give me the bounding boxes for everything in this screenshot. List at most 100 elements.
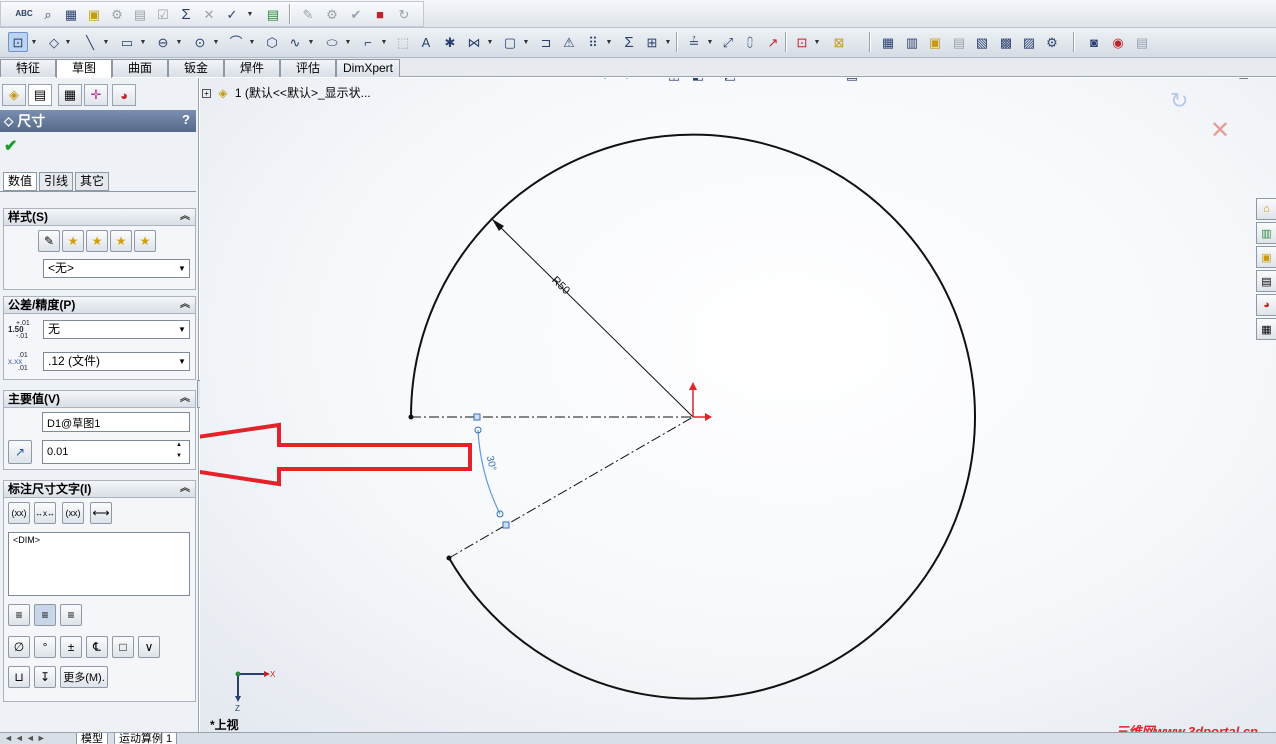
- graphics-area[interactable]: + ◈ 1 (默认<<默认>_显示状... ⌕ ⌕ ↶ ◫ ◧ ▼ ◩ ▼ ∞ …: [200, 78, 1276, 732]
- add-style-icon[interactable]: ★: [62, 230, 84, 252]
- delete-style-icon[interactable]: ★: [86, 230, 108, 252]
- rebuild-icon[interactable]: ≟: [684, 32, 704, 52]
- degree-icon[interactable]: °: [34, 636, 56, 658]
- chevron-down-icon[interactable]: ▼: [522, 32, 530, 52]
- polygon-icon[interactable]: ⬡: [262, 32, 282, 52]
- ellipse-icon[interactable]: ⬭: [322, 32, 342, 52]
- grid-icon[interactable]: ▤: [949, 32, 969, 52]
- tab-surfaces[interactable]: 曲面: [112, 59, 168, 77]
- radius-dimension-line[interactable]: [491, 218, 694, 418]
- tab-sketch[interactable]: 草图: [56, 59, 112, 78]
- square-icon[interactable]: □: [112, 636, 134, 658]
- tab-value[interactable]: 数值: [3, 172, 37, 191]
- pen-icon[interactable]: ✎: [298, 4, 318, 24]
- style-select[interactable]: <无> ▼: [43, 259, 190, 278]
- rectangle-icon[interactable]: ▭: [117, 32, 137, 52]
- line-icon[interactable]: ╲: [80, 32, 100, 52]
- document-icon[interactable]: ▧: [972, 32, 992, 52]
- align-right-icon[interactable]: ≡: [60, 604, 82, 626]
- dimension-text-area[interactable]: <DIM>: [8, 532, 190, 596]
- radius-dimension-label[interactable]: R50: [549, 274, 572, 297]
- chevron-down-icon[interactable]: ▼: [486, 32, 494, 52]
- mirror-icon[interactable]: ⊐: [536, 32, 556, 52]
- spell-check-icon[interactable]: ABC: [14, 4, 34, 24]
- plus-minus-icon[interactable]: ±: [60, 636, 82, 658]
- chevron-down-icon[interactable]: ▼: [344, 32, 352, 52]
- primary-value-section-header[interactable]: 主要值(V) ︽: [3, 390, 196, 408]
- dimension-text-section-header[interactable]: 标注尺寸文字(I) ︽: [3, 480, 196, 498]
- sigma-icon[interactable]: Σ: [176, 4, 196, 24]
- stop-icon[interactable]: ▤: [1132, 32, 1152, 52]
- tab-sheet-metal[interactable]: 钣金: [168, 59, 224, 77]
- depth-icon[interactable]: ↧: [34, 666, 56, 688]
- align-left-icon[interactable]: ≡: [8, 604, 30, 626]
- chevron-down-icon[interactable]: ▼: [175, 353, 189, 370]
- move-icon[interactable]: ⤢: [718, 32, 738, 52]
- tolerance-section-header[interactable]: 公差/精度(P) ︽: [3, 296, 196, 314]
- centerline-icon[interactable]: ℄: [86, 636, 108, 658]
- layer-icon[interactable]: ▦: [878, 32, 898, 52]
- centerline-angled[interactable]: [448, 416, 694, 559]
- sketch-icon[interactable]: ⊡: [8, 32, 28, 52]
- tab-scroll-buttons[interactable]: ◄◄◄►: [4, 733, 48, 743]
- display-manager-icon[interactable]: ◕: [112, 84, 136, 106]
- slot-icon[interactable]: ⊖: [153, 32, 173, 52]
- folder-icon[interactable]: ▣: [84, 4, 104, 24]
- chevron-down-icon[interactable]: ▼: [175, 32, 183, 52]
- gear2-icon[interactable]: ⚙: [322, 4, 342, 24]
- split-icon[interactable]: ⩇: [740, 32, 760, 52]
- tab-weldments[interactable]: 焊件: [224, 59, 280, 77]
- point-icon[interactable]: ✱: [440, 32, 460, 52]
- sketch-canvas[interactable]: R50 30°: [200, 78, 1276, 732]
- dimension-value-input[interactable]: 0.01: [42, 440, 190, 464]
- chevron-down-icon[interactable]: ▼: [175, 260, 189, 277]
- save-icon[interactable]: ▩: [996, 32, 1016, 52]
- collapse-icon[interactable]: ︽: [180, 209, 190, 225]
- spline-icon[interactable]: ∿: [285, 32, 305, 52]
- tools-icon[interactable]: ✕: [199, 4, 219, 24]
- ok-button[interactable]: ✔: [4, 136, 17, 156]
- fillet-icon[interactable]: ⌐: [358, 32, 378, 52]
- tab-features[interactable]: 特征: [0, 59, 56, 77]
- warning-icon[interactable]: ⚠: [559, 32, 579, 52]
- chevron-down-icon[interactable]: ▼: [813, 32, 821, 52]
- collapse-icon[interactable]: ︽: [180, 297, 190, 313]
- spin-down-icon[interactable]: ▼: [176, 453, 182, 459]
- dimension-handle[interactable]: [502, 521, 510, 529]
- chevron-down-icon[interactable]: ▼: [380, 32, 388, 52]
- dimxpert-manager-icon[interactable]: ✛: [84, 84, 108, 106]
- print-icon[interactable]: ▨: [1019, 32, 1039, 52]
- reverse-direction-icon[interactable]: ↗: [8, 440, 32, 464]
- collapse-icon[interactable]: ︽: [180, 481, 190, 497]
- chevron-down-icon[interactable]: ▼: [175, 321, 189, 338]
- align-center-icon[interactable]: ≡: [34, 604, 56, 626]
- tab-evaluate[interactable]: 评估: [280, 59, 336, 77]
- tab-other[interactable]: 其它: [75, 172, 109, 191]
- counterbore-icon[interactable]: ⊔: [8, 666, 30, 688]
- help-button[interactable]: ?: [182, 112, 190, 127]
- gear-icon[interactable]: ⚙: [107, 4, 127, 24]
- tolerance-type-select[interactable]: 无 ▼: [43, 320, 190, 339]
- chevron-down-icon[interactable]: ▼: [212, 32, 220, 52]
- instant2d-icon[interactable]: ⊠: [829, 32, 849, 52]
- tab-motion-study[interactable]: 运动算例 1: [114, 733, 178, 744]
- check-icon[interactable]: ☑: [153, 4, 173, 24]
- chevron-down-icon[interactable]: ▼: [139, 32, 147, 52]
- color-icon[interactable]: ■: [370, 4, 390, 24]
- lock-icon[interactable]: ▤: [130, 4, 150, 24]
- chevron-down-icon[interactable]: ▼: [246, 4, 254, 24]
- dimension-name-field[interactable]: D1@草图1: [42, 412, 190, 432]
- parentheses-button[interactable]: (xx): [8, 502, 30, 524]
- quick-snap-icon[interactable]: ⊡: [792, 32, 812, 52]
- check2-icon[interactable]: ✔: [346, 4, 366, 24]
- properties-icon[interactable]: ▥: [902, 32, 922, 52]
- diameter-icon[interactable]: ∅: [8, 636, 30, 658]
- chevron-down-icon[interactable]: ▼: [664, 32, 672, 52]
- tab-dimxpert[interactable]: DimXpert: [336, 59, 400, 77]
- trim-icon[interactable]: ⋈: [464, 32, 484, 52]
- apply-style-icon[interactable]: ✎: [38, 230, 60, 252]
- record-icon[interactable]: ◉: [1108, 32, 1128, 52]
- chevron-down-icon[interactable]: ▼: [64, 32, 72, 52]
- more-symbols-button[interactable]: 更多(M).: [60, 666, 108, 688]
- inspection-dimension-button[interactable]: (xx): [62, 502, 84, 524]
